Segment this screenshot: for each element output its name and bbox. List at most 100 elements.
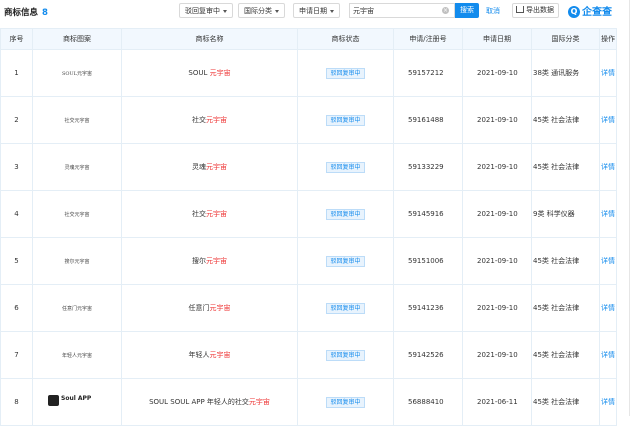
action-cell: 详情 bbox=[599, 378, 617, 426]
trademark-name-highlight: 元宇宙 bbox=[209, 351, 231, 359]
trademark-status: 驳回复审中 bbox=[297, 331, 394, 379]
application-date: 2021-09-10 bbox=[462, 190, 532, 238]
table-row: 1 SOUL元宇宙 SOUL 元宇宙 驳回复审中 59157212 2021-0… bbox=[0, 49, 617, 97]
registration-number: 59133229 bbox=[393, 143, 463, 191]
trademark-image-text: SOUL元宇宙 bbox=[61, 71, 93, 77]
date-filter-dropdown[interactable]: 申请日期 bbox=[293, 3, 340, 18]
action-cell: 详情 bbox=[599, 284, 617, 332]
registration-number: 59142526 bbox=[393, 331, 463, 379]
table-row: 7 年轻人元宇宙 年轻人元宇宙 驳回复审中 59142526 2021-09-1… bbox=[0, 331, 617, 379]
table-row: 3 灵魂元宇宙 灵魂元宇宙 驳回复审中 59133229 2021-09-10 … bbox=[0, 143, 617, 191]
trademark-name: 社交元宇宙 bbox=[121, 190, 298, 238]
detail-link[interactable]: 详情 bbox=[601, 210, 615, 218]
trademark-name-text: 社交 bbox=[192, 210, 206, 218]
application-date: 2021-09-10 bbox=[462, 237, 532, 285]
trademark-status: 驳回复审中 bbox=[297, 96, 394, 144]
trademark-image-text: Soul APP bbox=[61, 394, 92, 402]
search-button[interactable]: 搜索 bbox=[455, 3, 479, 18]
brand-name: 企查查 bbox=[582, 7, 612, 18]
detail-link[interactable]: 详情 bbox=[601, 69, 615, 77]
detail-link[interactable]: 详情 bbox=[601, 116, 615, 124]
action-cell: 详情 bbox=[599, 96, 617, 144]
trademark-image-text: 搜尔元宇宙 bbox=[64, 259, 90, 265]
application-date: 2021-09-10 bbox=[462, 96, 532, 144]
registration-number: 59157212 bbox=[393, 49, 463, 97]
trademark-name: 灵魂元宇宙 bbox=[121, 143, 298, 191]
detail-link[interactable]: 详情 bbox=[601, 398, 615, 406]
trademark-name-text: 年轻人 bbox=[188, 351, 210, 359]
trademark-status: 驳回复审中 bbox=[297, 49, 394, 97]
application-date: 2021-09-10 bbox=[462, 143, 532, 191]
column-header: 序号 bbox=[0, 28, 33, 50]
trademark-name-highlight: 元宇宙 bbox=[206, 163, 227, 171]
application-date: 2021-09-10 bbox=[462, 284, 532, 332]
table-row: 5 搜尔元宇宙 搜尔元宇宙 驳回复审中 59151006 2021-09-10 … bbox=[0, 237, 617, 285]
chevron-down-icon bbox=[275, 9, 279, 13]
trademark-image: 搜尔元宇宙 bbox=[32, 237, 122, 285]
trademark-name: 搜尔元宇宙 bbox=[121, 237, 298, 285]
column-header: 商标图案 bbox=[32, 28, 122, 50]
search-input[interactable] bbox=[353, 4, 433, 17]
detail-link[interactable]: 详情 bbox=[601, 257, 615, 265]
international-class: 9类 科学仪器 bbox=[531, 190, 600, 238]
cancel-button[interactable]: 取消 bbox=[486, 6, 500, 16]
brand-logo: Q 企查查 bbox=[568, 3, 612, 19]
registration-number: 59161488 bbox=[393, 96, 463, 144]
row-index: 1 bbox=[0, 49, 33, 97]
row-index: 8 bbox=[0, 378, 33, 426]
trademark-image: 社交元宇宙 bbox=[32, 96, 122, 144]
trademark-image: 任意门元宇宙 bbox=[32, 284, 122, 332]
trademark-image: SOUL元宇宙 bbox=[32, 49, 122, 97]
chevron-down-icon bbox=[223, 9, 227, 13]
international-class: 45类 社会法律 bbox=[531, 331, 600, 379]
application-date: 2021-09-10 bbox=[462, 49, 532, 97]
registration-number: 59151006 bbox=[393, 237, 463, 285]
trademark-name-highlight: 元宇宙 bbox=[209, 304, 231, 312]
trademark-image: 年轻人元宇宙 bbox=[32, 331, 122, 379]
row-index: 4 bbox=[0, 190, 33, 238]
table-row: 8 Soul APP SOUL SOUL APP 年轻人的社交元宇宙 驳回复审中… bbox=[0, 378, 617, 426]
trademark-table: 序号 商标图案 商标名称 商标状态 申请/注册号 申请日期 国际分类 操作 1 … bbox=[0, 28, 617, 426]
trademark-name: 社交元宇宙 bbox=[121, 96, 298, 144]
trademark-status: 驳回复审中 bbox=[297, 143, 394, 191]
trademark-name-highlight: 元宇宙 bbox=[206, 257, 227, 265]
trademark-image-text: 任意门元宇宙 bbox=[61, 306, 92, 312]
application-date: 2021-06-11 bbox=[462, 378, 532, 426]
international-class: 45类 社会法律 bbox=[531, 96, 600, 144]
status-filter-dropdown[interactable]: 驳回复审中 bbox=[179, 3, 233, 18]
detail-link[interactable]: 详情 bbox=[601, 163, 615, 171]
row-index: 6 bbox=[0, 284, 33, 332]
row-index: 3 bbox=[0, 143, 33, 191]
trademark-name-text: 搜尔 bbox=[192, 257, 206, 265]
section-title-text: 商标信息 bbox=[4, 8, 39, 18]
date-filter-label: 申请日期 bbox=[299, 7, 327, 15]
chevron-down-icon bbox=[330, 9, 334, 13]
trademark-name: SOUL 元宇宙 bbox=[121, 49, 298, 97]
toolbar: 商标信息8 驳回复审中 国际分类 申请日期 × 搜索 取消 导出数据 Q企查查 bbox=[0, 0, 630, 22]
column-header: 国际分类 bbox=[531, 28, 600, 50]
soul-app-logo-square bbox=[48, 394, 59, 406]
export-button[interactable]: 导出数据 bbox=[512, 3, 559, 18]
action-cell: 详情 bbox=[599, 143, 617, 191]
download-icon bbox=[516, 5, 524, 13]
international-class: 38类 通讯服务 bbox=[531, 49, 600, 97]
column-header: 商标状态 bbox=[297, 28, 394, 50]
column-header: 商标名称 bbox=[121, 28, 298, 50]
detail-link[interactable]: 详情 bbox=[601, 304, 615, 312]
trademark-name: 年轻人元宇宙 bbox=[121, 331, 298, 379]
clear-icon[interactable]: × bbox=[442, 7, 449, 14]
trademark-image-text: 年轻人元宇宙 bbox=[61, 353, 92, 359]
search-box: × bbox=[349, 3, 455, 18]
row-index: 7 bbox=[0, 331, 33, 379]
trademark-name-text: SOUL SOUL APP 年轻人的社交 bbox=[149, 398, 249, 406]
soul-app-logo-icon: Soul APP bbox=[48, 394, 106, 410]
trademark-image: 灵魂元宇宙 bbox=[32, 143, 122, 191]
status-badge: 驳回复审中 bbox=[326, 208, 365, 220]
table-row: 6 任意门元宇宙 任意门元宇宙 驳回复审中 59141236 2021-09-1… bbox=[0, 284, 617, 332]
class-filter-dropdown[interactable]: 国际分类 bbox=[238, 3, 285, 18]
detail-link[interactable]: 详情 bbox=[601, 351, 615, 359]
registration-number: 59141236 bbox=[393, 284, 463, 332]
trademark-name-highlight: 元宇宙 bbox=[206, 116, 227, 124]
trademark-status: 驳回复审中 bbox=[297, 284, 394, 332]
trademark-name-highlight: 元宇宙 bbox=[248, 398, 270, 406]
